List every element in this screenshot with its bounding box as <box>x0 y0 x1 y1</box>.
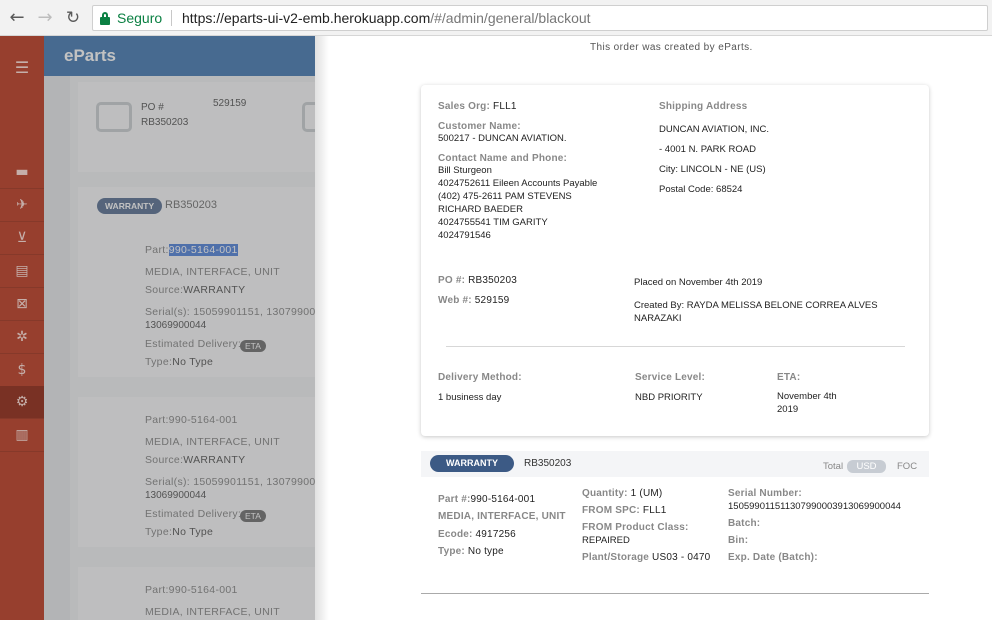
delivery-method: 1 business day <box>438 392 502 403</box>
address-bar[interactable]: Seguro https://eparts-ui-v2-emb.herokuap… <box>92 5 988 31</box>
warranty-pill: WARRANTY <box>430 455 514 472</box>
section-divider <box>421 593 929 594</box>
shipping-label: Shipping Address <box>659 101 748 112</box>
eta-value: November 4th 2019 <box>777 391 837 415</box>
eta-label: ETA: <box>777 372 801 383</box>
contact-line: RICHARD BAEDER <box>438 204 523 215</box>
shipping-street: - 4001 N. PARK ROAD <box>659 144 756 155</box>
po-field: PO #: RB350203 <box>438 275 517 286</box>
type-field: Type: No type <box>438 546 504 557</box>
currency-toggle-usd[interactable]: USD <box>847 460 886 473</box>
panel-shadow <box>315 36 329 620</box>
created-by: Created By: RAYDA MELISSA BELONE CORREA … <box>634 300 878 324</box>
serial-number-label: Serial Number: <box>728 488 802 499</box>
bin-label: Bin: <box>728 535 749 546</box>
service-level: NBD PRIORITY <box>635 392 703 403</box>
from-product-class: REPAIRED <box>582 535 630 546</box>
forward-icon[interactable]: → <box>34 7 56 29</box>
lock-icon <box>100 12 110 25</box>
card-divider <box>446 346 905 347</box>
batch-label: Batch: <box>728 518 761 529</box>
from-spc-field: FROM SPC: FLL1 <box>582 505 667 516</box>
address-separator <box>171 10 172 26</box>
url-text[interactable]: https://eparts-ui-v2-emb.herokuapp.com/#… <box>182 10 591 26</box>
order-detail-panel: This order was created by eParts. Sales … <box>315 36 992 620</box>
currency-toggle-foc[interactable]: FOC <box>897 461 917 472</box>
shipping-postal: Postal Code: 68524 <box>659 184 743 195</box>
reload-icon[interactable]: ↻ <box>62 7 84 29</box>
warranty-order: RB350203 <box>524 458 572 469</box>
warranty-bar: WARRANTY RB350203 Total USD FOC <box>421 451 929 477</box>
secure-label: Seguro <box>117 10 163 26</box>
plant-storage-field: Plant/Storage US03 - 0470 <box>582 552 711 563</box>
web-field: Web #: 529159 <box>438 295 510 306</box>
contact-line: 4024791546 <box>438 230 491 241</box>
contact-label: Contact Name and Phone: <box>438 153 568 164</box>
browser-toolbar: ← → ↻ Seguro https://eparts-ui-v2-emb.he… <box>0 0 992 36</box>
exp-date-label: Exp. Date (Batch): <box>728 552 818 563</box>
url-host: https://eparts-ui-v2-emb.herokuapp.com <box>182 10 431 26</box>
modal-backdrop-sidebar[interactable] <box>0 36 44 620</box>
ecode-field: Ecode: 4917256 <box>438 529 516 540</box>
delivery-method-label: Delivery Method: <box>438 372 522 383</box>
from-product-class-label: FROM Product Class: <box>582 522 689 533</box>
serial-number: 150599011511307990003913069900044 <box>728 501 901 512</box>
created-note: This order was created by eParts. <box>590 42 753 53</box>
contact-line: (402) 475-2611 PAM STEVENS <box>438 191 572 202</box>
customer-name-label: Customer Name: <box>438 121 521 132</box>
part-number-field: Part #:990-5164-001 <box>438 494 536 505</box>
sales-org-field: Sales Org: FLL1 <box>438 101 517 112</box>
modal-backdrop[interactable] <box>44 36 315 620</box>
url-path: /#/admin/general/blackout <box>430 10 591 26</box>
order-info-card: Sales Org: FLL1 Customer Name: 500217 - … <box>421 85 929 436</box>
shipping-city: City: LINCOLN - NE (US) <box>659 164 766 175</box>
contact-line: Bill Sturgeon <box>438 165 492 176</box>
back-icon[interactable]: ← <box>6 7 28 29</box>
part-description: MEDIA, INTERFACE, UNIT <box>438 511 566 522</box>
customer-name: 500217 - DUNCAN AVIATION. <box>438 133 567 144</box>
contact-line: 4024755541 TIM GARITY <box>438 217 548 228</box>
contact-line: 4024752611 Eileen Accounts Payable <box>438 178 598 189</box>
shipping-name: DUNCAN AVIATION, INC. <box>659 124 769 135</box>
service-level-label: Service Level: <box>635 372 706 383</box>
total-label: Total <box>823 461 844 472</box>
placed-on: Placed on November 4th 2019 <box>634 277 763 288</box>
quantity-field: Quantity: 1 (UM) <box>582 488 663 499</box>
